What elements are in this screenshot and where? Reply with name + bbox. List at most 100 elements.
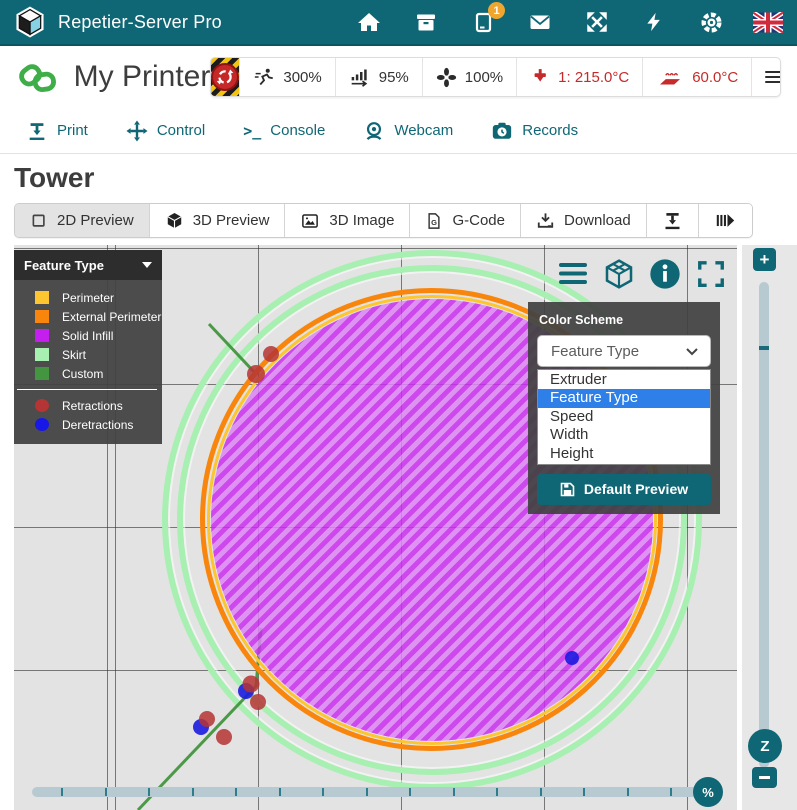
speed-value: 300%	[283, 69, 321, 86]
tab-print[interactable]: Print	[26, 120, 88, 142]
custom-swatch	[35, 367, 49, 380]
zoom-out-button[interactable]	[752, 767, 777, 788]
printer-nozzle-icon	[662, 210, 683, 231]
expand-arrows-icon	[584, 9, 610, 35]
preview-menu-button[interactable]	[556, 257, 589, 290]
deretractions-marker	[35, 418, 49, 431]
printer-menu-button[interactable]	[751, 58, 781, 96]
language-button[interactable]	[753, 7, 783, 37]
color-scheme-select[interactable]: Feature Type	[537, 335, 711, 367]
print-queue-button[interactable]: 1	[468, 7, 498, 37]
layer-slider-handle[interactable]	[759, 346, 769, 350]
flow-multiplier[interactable]: 95%	[335, 58, 422, 96]
layer-slider[interactable]	[759, 282, 769, 768]
3d-view-button[interactable]	[602, 257, 635, 290]
tab-records[interactable]: Records	[491, 120, 578, 142]
notification-badge: 1	[488, 2, 505, 19]
hamburger-icon	[765, 68, 781, 86]
legend-item: Retractions	[14, 396, 162, 415]
perimeter-swatch	[35, 291, 49, 304]
fit-view-button[interactable]	[694, 257, 727, 290]
legend-item: Skirt	[14, 345, 162, 364]
tab-control[interactable]: Control	[126, 120, 205, 142]
minus-icon	[759, 776, 770, 779]
legend-title: Feature Type	[24, 258, 104, 273]
archive-button[interactable]	[411, 7, 441, 37]
chevron-down-icon	[685, 347, 699, 356]
3d-preview-button[interactable]: 3D Preview	[149, 204, 285, 237]
settings-button[interactable]	[696, 7, 726, 37]
emergency-stop-button[interactable]	[211, 58, 239, 96]
2d-preview-button[interactable]: 2D Preview	[15, 204, 149, 237]
fan-value: 100%	[465, 69, 503, 86]
percent-handle[interactable]: %	[693, 777, 723, 807]
info-button[interactable]	[648, 257, 681, 290]
3d-image-button[interactable]: 3D Image	[284, 204, 409, 237]
2d-preview-icon	[30, 212, 48, 230]
external-perimeter-swatch	[35, 310, 49, 323]
tab-control-label: Control	[157, 122, 205, 139]
cube-icon	[165, 211, 184, 230]
legend-divider	[17, 389, 157, 390]
option-extruder[interactable]: Extruder	[538, 371, 710, 389]
svg-text:G: G	[432, 217, 438, 226]
fullscreen-brackets-icon	[696, 259, 726, 289]
gcode-button[interactable]: G G-Code	[409, 204, 520, 237]
lightning-bolt-icon	[644, 10, 664, 34]
uk-flag-icon	[753, 12, 783, 33]
color-scheme-label: Color Scheme	[539, 313, 711, 327]
option-width[interactable]: Width	[538, 426, 710, 444]
slider-tick	[61, 788, 63, 796]
legend-item: Deretractions	[14, 415, 162, 434]
slider-tick	[366, 788, 368, 796]
download-button[interactable]: Download	[520, 204, 646, 237]
download-icon	[536, 211, 555, 230]
continue-print-button[interactable]	[698, 204, 752, 237]
console-tab-icon: >_	[243, 122, 261, 140]
fullscreen-button[interactable]	[582, 7, 612, 37]
slider-tick	[409, 788, 411, 796]
slider-tick	[235, 788, 237, 796]
speed-multiplier[interactable]: 300%	[239, 58, 334, 96]
feature-legend: Feature Type Perimeter External Perimete…	[14, 250, 162, 444]
power-button[interactable]	[639, 7, 669, 37]
mail-icon	[527, 10, 553, 34]
extruder-icon	[530, 67, 550, 87]
fan-speed[interactable]: 100%	[422, 58, 516, 96]
option-feature-type[interactable]: Feature Type	[538, 389, 710, 407]
printer-link-icon[interactable]	[16, 56, 60, 98]
extruder-temperature[interactable]: 1: 215.0°C	[516, 58, 642, 96]
slider-tick	[583, 788, 585, 796]
messages-button[interactable]	[525, 7, 555, 37]
bed-temperature[interactable]: 60.0°C	[642, 58, 751, 96]
flow-icon	[349, 67, 371, 87]
option-height[interactable]: Height	[538, 445, 710, 463]
print-job-button[interactable]	[646, 204, 698, 237]
color-scheme-panel: Color Scheme Feature Type Extruder Featu…	[528, 302, 720, 514]
home-icon	[357, 10, 381, 34]
preview-canvas[interactable]: Feature Type Perimeter External Perimete…	[14, 245, 737, 810]
printer-status-bar: 300% 95% 100% 1: 215.0°C	[210, 57, 781, 97]
z-button[interactable]: Z	[748, 729, 782, 763]
view-button-group: 2D Preview 3D Preview 3D Image G G-Code …	[14, 203, 753, 238]
info-icon	[649, 258, 681, 290]
tab-console-label: Console	[270, 122, 325, 139]
option-speed[interactable]: Speed	[538, 408, 710, 426]
gear-icon	[699, 10, 724, 35]
print-tab-icon	[26, 120, 48, 142]
navbar: Repetier-Server Pro 1	[0, 0, 797, 46]
retractions-marker	[35, 399, 49, 412]
legend-header[interactable]: Feature Type	[14, 250, 162, 280]
zoom-in-button[interactable]: +	[753, 248, 776, 271]
printer-name: My Printer	[74, 60, 211, 94]
home-button[interactable]	[354, 7, 384, 37]
tab-webcam[interactable]: Webcam	[363, 120, 453, 142]
legend-item: Solid Infill	[14, 326, 162, 345]
zoom-panel: + Z	[742, 245, 797, 810]
archive-box-icon	[414, 10, 438, 34]
webcam-tab-icon	[363, 120, 385, 142]
default-preview-button[interactable]: Default Preview	[537, 474, 711, 505]
tab-console[interactable]: >_ Console	[243, 122, 325, 140]
tab-records-label: Records	[522, 122, 578, 139]
progress-slider[interactable]	[32, 787, 720, 797]
